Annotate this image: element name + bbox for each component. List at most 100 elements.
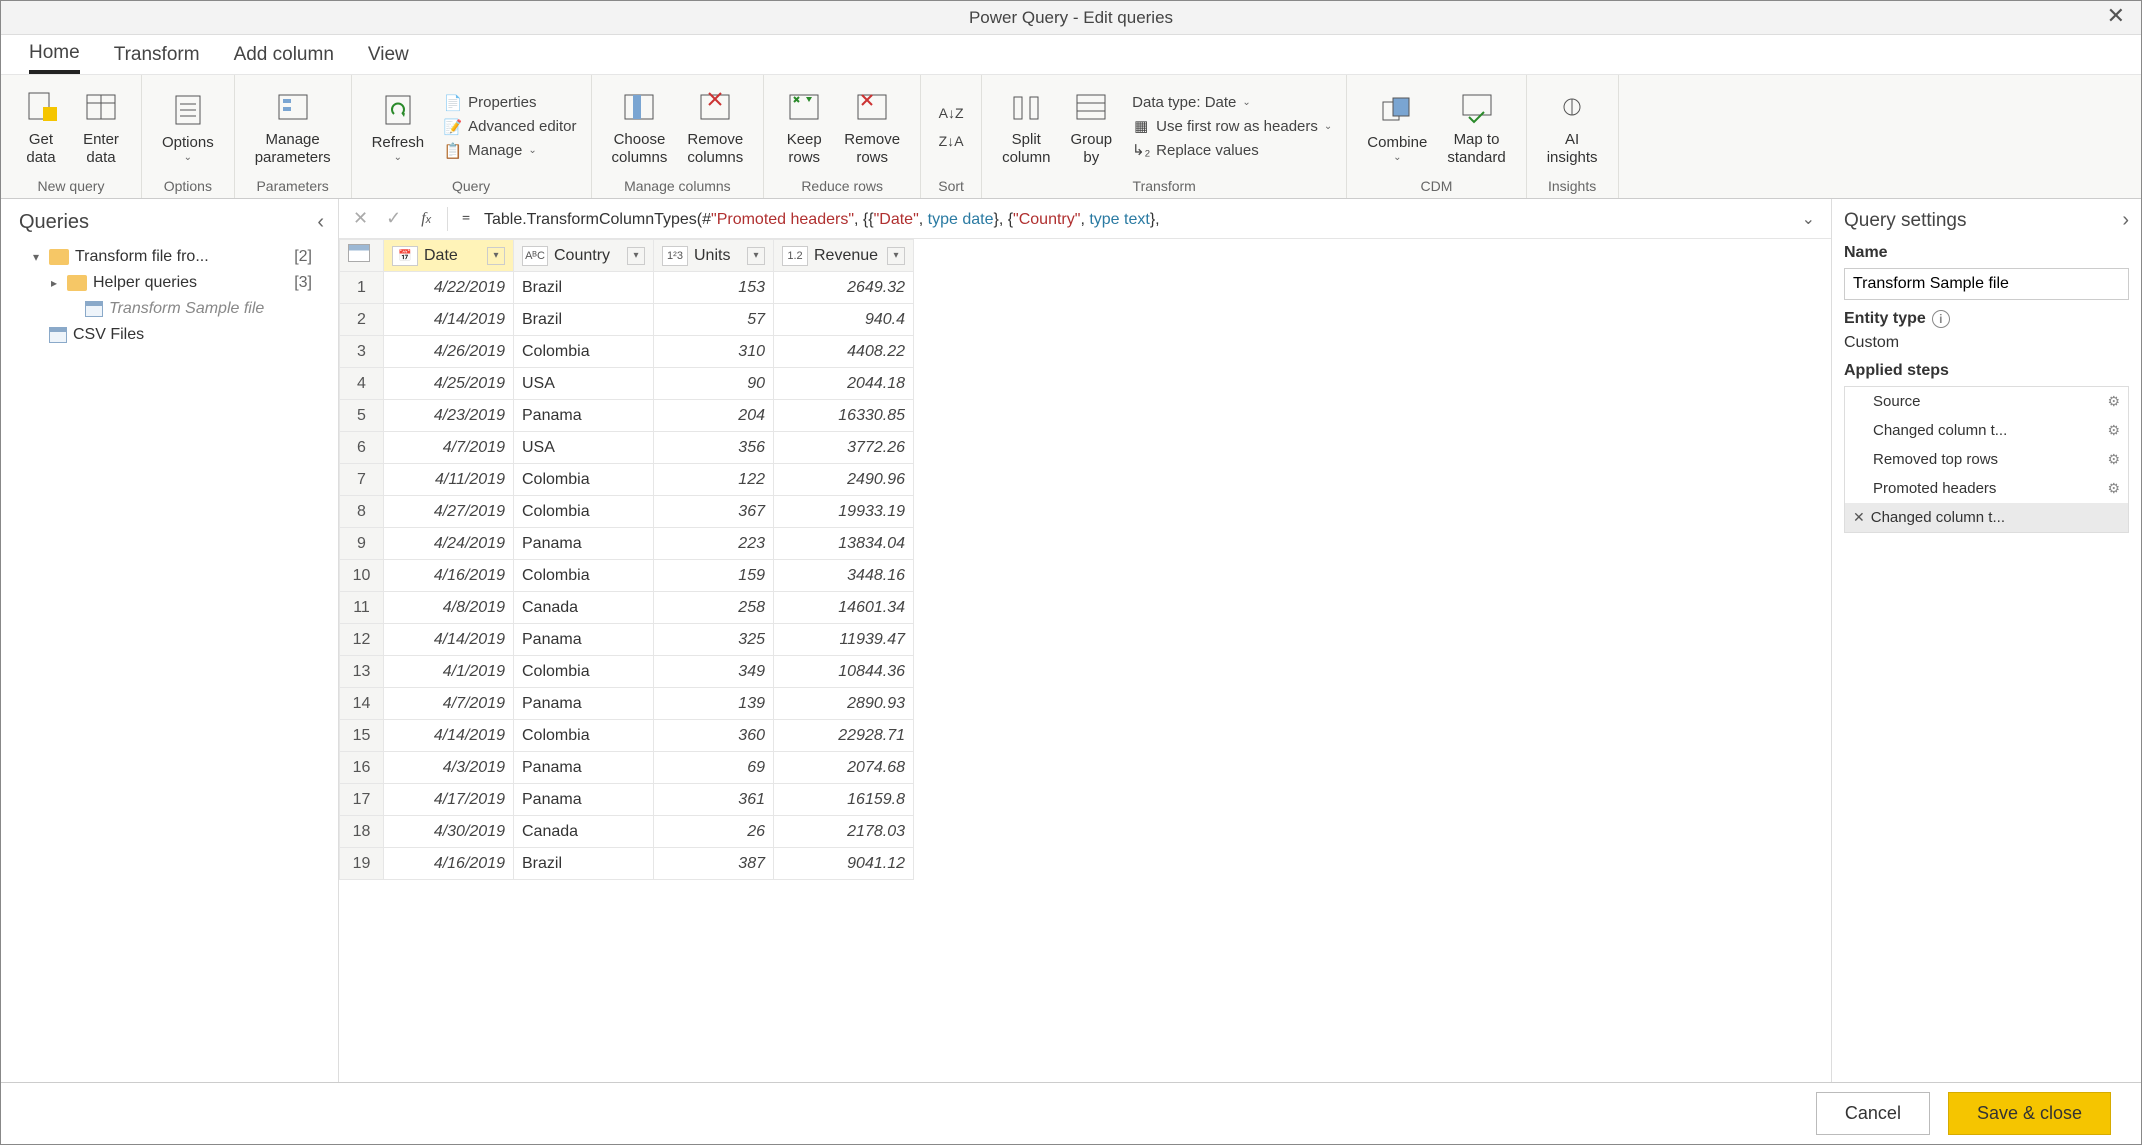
sort-asc-button[interactable]: A↓Z <box>939 101 963 125</box>
table-row[interactable]: 174/17/2019Panama36116159.8 <box>340 784 914 816</box>
close-icon[interactable]: ✕ <box>2099 3 2133 29</box>
expand-formula-icon[interactable]: ⌄ <box>1796 209 1821 229</box>
remove-columns-button[interactable]: Remove columns <box>677 83 753 170</box>
cell-revenue[interactable]: 16330.85 <box>774 400 914 432</box>
cell-country[interactable]: Canada <box>514 592 654 624</box>
query-name-input[interactable] <box>1844 268 2129 300</box>
cell-units[interactable]: 360 <box>654 720 774 752</box>
cell-country[interactable]: Panama <box>514 624 654 656</box>
type-icon[interactable]: 📅 <box>392 246 418 266</box>
info-icon[interactable]: i <box>1932 310 1950 328</box>
type-icon[interactable]: AᴮC <box>522 246 548 266</box>
enter-data-button[interactable]: Enter data <box>71 83 131 170</box>
filter-dropdown-icon[interactable]: ▾ <box>487 247 505 265</box>
advanced-editor-button[interactable]: 📝Advanced editor <box>440 116 580 138</box>
gear-icon[interactable]: ⚙ <box>2107 393 2120 410</box>
cell-revenue[interactable]: 2649.32 <box>774 272 914 304</box>
row-number[interactable]: 17 <box>340 784 384 816</box>
cell-date[interactable]: 4/23/2019 <box>384 400 514 432</box>
options-button[interactable]: Options ⌄ <box>152 86 224 166</box>
cell-date[interactable]: 4/30/2019 <box>384 816 514 848</box>
cell-date[interactable]: 4/14/2019 <box>384 720 514 752</box>
table-row[interactable]: 14/22/2019Brazil1532649.32 <box>340 272 914 304</box>
cell-units[interactable]: 153 <box>654 272 774 304</box>
cell-revenue[interactable]: 10844.36 <box>774 656 914 688</box>
cell-revenue[interactable]: 4408.22 <box>774 336 914 368</box>
sort-desc-button[interactable]: Z↓A <box>939 129 963 153</box>
cell-units[interactable]: 122 <box>654 464 774 496</box>
row-number[interactable]: 18 <box>340 816 384 848</box>
row-number[interactable]: 16 <box>340 752 384 784</box>
cell-date[interactable]: 4/22/2019 <box>384 272 514 304</box>
applied-step[interactable]: Source⚙ <box>1845 387 2128 416</box>
use-first-row-button[interactable]: ▦Use first row as headers ⌄ <box>1128 115 1336 137</box>
cell-country[interactable]: Colombia <box>514 496 654 528</box>
row-number[interactable]: 11 <box>340 592 384 624</box>
cell-country[interactable]: Brazil <box>514 272 654 304</box>
select-all-corner[interactable] <box>340 240 384 272</box>
filter-dropdown-icon[interactable]: ▾ <box>627 247 645 265</box>
filter-dropdown-icon[interactable]: ▾ <box>887 247 905 265</box>
tree-node[interactable]: ▸Helper queries[3] <box>9 270 330 296</box>
cell-country[interactable]: Panama <box>514 400 654 432</box>
applied-step[interactable]: Removed top rows⚙ <box>1845 445 2128 474</box>
cell-revenue[interactable]: 2490.96 <box>774 464 914 496</box>
applied-step[interactable]: Promoted headers⚙ <box>1845 474 2128 503</box>
cell-country[interactable]: Brazil <box>514 304 654 336</box>
accept-formula-icon[interactable]: ✓ <box>382 208 405 229</box>
cell-country[interactable]: Colombia <box>514 336 654 368</box>
collapse-right-icon[interactable]: › <box>2122 209 2129 232</box>
cell-country[interactable]: Brazil <box>514 848 654 880</box>
split-column-button[interactable]: Split column <box>992 83 1060 170</box>
row-number[interactable]: 4 <box>340 368 384 400</box>
row-number[interactable]: 12 <box>340 624 384 656</box>
row-number[interactable]: 3 <box>340 336 384 368</box>
formula-text[interactable]: Table.TransformColumnTypes(#"Promoted he… <box>484 209 1786 229</box>
table-row[interactable]: 114/8/2019Canada25814601.34 <box>340 592 914 624</box>
cell-units[interactable]: 367 <box>654 496 774 528</box>
cell-date[interactable]: 4/3/2019 <box>384 752 514 784</box>
ai-insights-button[interactable]: AI insights <box>1537 83 1608 170</box>
cell-revenue[interactable]: 19933.19 <box>774 496 914 528</box>
tab-view[interactable]: View <box>368 38 409 72</box>
cell-country[interactable]: Colombia <box>514 464 654 496</box>
cell-date[interactable]: 4/14/2019 <box>384 624 514 656</box>
cell-country[interactable]: Colombia <box>514 656 654 688</box>
tree-node[interactable]: ▾Transform file fro...[2] <box>9 244 330 270</box>
cell-date[interactable]: 4/25/2019 <box>384 368 514 400</box>
table-row[interactable]: 94/24/2019Panama22313834.04 <box>340 528 914 560</box>
cell-revenue[interactable]: 2074.68 <box>774 752 914 784</box>
table-row[interactable]: 124/14/2019Panama32511939.47 <box>340 624 914 656</box>
manage-parameters-button[interactable]: Manage parameters <box>245 83 341 170</box>
table-row[interactable]: 44/25/2019USA902044.18 <box>340 368 914 400</box>
table-row[interactable]: 184/30/2019Canada262178.03 <box>340 816 914 848</box>
combine-button[interactable]: Combine ⌄ <box>1357 86 1437 166</box>
cell-units[interactable]: 258 <box>654 592 774 624</box>
cell-revenue[interactable]: 3448.16 <box>774 560 914 592</box>
tab-add-column[interactable]: Add column <box>234 38 334 72</box>
cell-date[interactable]: 4/26/2019 <box>384 336 514 368</box>
cell-units[interactable]: 204 <box>654 400 774 432</box>
cell-country[interactable]: Panama <box>514 784 654 816</box>
row-number[interactable]: 19 <box>340 848 384 880</box>
row-number[interactable]: 15 <box>340 720 384 752</box>
expand-icon[interactable]: ▸ <box>47 276 61 290</box>
cell-revenue[interactable]: 940.4 <box>774 304 914 336</box>
table-row[interactable]: 144/7/2019Panama1392890.93 <box>340 688 914 720</box>
cell-revenue[interactable]: 22928.71 <box>774 720 914 752</box>
table-row[interactable]: 134/1/2019Colombia34910844.36 <box>340 656 914 688</box>
row-number[interactable]: 5 <box>340 400 384 432</box>
filter-dropdown-icon[interactable]: ▾ <box>747 247 765 265</box>
cell-units[interactable]: 139 <box>654 688 774 720</box>
cell-revenue[interactable]: 11939.47 <box>774 624 914 656</box>
cell-units[interactable]: 387 <box>654 848 774 880</box>
cell-country[interactable]: Panama <box>514 528 654 560</box>
cell-country[interactable]: USA <box>514 432 654 464</box>
get-data-button[interactable]: Get data <box>11 83 71 170</box>
cell-revenue[interactable]: 14601.34 <box>774 592 914 624</box>
row-number[interactable]: 14 <box>340 688 384 720</box>
table-row[interactable]: 104/16/2019Colombia1593448.16 <box>340 560 914 592</box>
cell-revenue[interactable]: 9041.12 <box>774 848 914 880</box>
row-number[interactable]: 2 <box>340 304 384 336</box>
cell-units[interactable]: 57 <box>654 304 774 336</box>
